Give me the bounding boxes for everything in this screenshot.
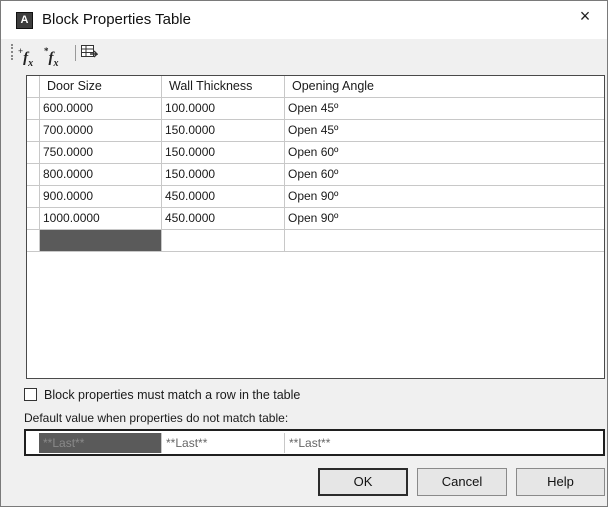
row-header-corner — [27, 76, 40, 98]
opening-angle-cell[interactable]: Open 60º — [285, 164, 604, 186]
new-table-row[interactable] — [27, 230, 604, 252]
door-size-cell[interactable]: 800.0000 — [40, 164, 162, 186]
table-header-row: Door Size Wall Thickness Opening Angle — [27, 76, 604, 98]
door-size-cell[interactable]: 1000.0000 — [40, 208, 162, 230]
opening-angle-cell[interactable]: Open 90º — [285, 186, 604, 208]
wall-thickness-cell[interactable]: 150.0000 — [162, 142, 285, 164]
cancel-button[interactable]: Cancel — [417, 468, 507, 496]
match-row-checkbox[interactable] — [24, 388, 37, 401]
close-button[interactable]: × — [563, 1, 607, 33]
window-title: Block Properties Table — [42, 11, 191, 28]
opening-angle-cell[interactable]: Open 45º — [285, 98, 604, 120]
row-header[interactable] — [27, 230, 40, 252]
table-row[interactable]: 900.0000 450.0000 Open 90º — [27, 186, 604, 208]
default-wall-thickness-cell[interactable]: **Last** — [161, 433, 284, 453]
column-header-wall-thickness[interactable]: Wall Thickness — [162, 76, 285, 98]
wall-thickness-cell[interactable]: 150.0000 — [162, 164, 285, 186]
table-row[interactable]: 1000.0000 450.0000 Open 90º — [27, 208, 604, 230]
door-size-cell[interactable]: 750.0000 — [40, 142, 162, 164]
ok-button[interactable]: OK — [318, 468, 408, 496]
add-properties-button[interactable]: +fx — [18, 43, 33, 69]
app-icon: A — [16, 12, 33, 29]
match-row-label[interactable]: Block properties must match a row in the… — [44, 387, 300, 403]
opening-angle-cell[interactable]: Open 60º — [285, 142, 604, 164]
table-row[interactable]: 700.0000 150.0000 Open 45º — [27, 120, 604, 142]
wall-thickness-cell[interactable]: 150.0000 — [162, 120, 285, 142]
new-wall-thickness-cell[interactable] — [162, 230, 285, 252]
default-values-table[interactable]: **Last** **Last** **Last** — [24, 429, 605, 456]
wall-thickness-cell[interactable]: 100.0000 — [162, 98, 285, 120]
table-import-icon[interactable] — [81, 45, 98, 60]
door-size-cell[interactable]: 900.0000 — [40, 186, 162, 208]
default-values-label: Default value when properties do not mat… — [24, 411, 289, 425]
title-bar[interactable]: A Block Properties Table × — [1, 1, 607, 39]
row-header[interactable] — [27, 120, 40, 142]
toolbar: +fx *fx — [11, 41, 131, 69]
wall-thickness-cell[interactable]: 450.0000 — [162, 208, 285, 230]
wall-thickness-cell[interactable]: 450.0000 — [162, 186, 285, 208]
row-header[interactable] — [27, 208, 40, 230]
table-row[interactable]: 600.0000 100.0000 Open 45º — [27, 98, 604, 120]
table-row[interactable]: 800.0000 150.0000 Open 60º — [27, 164, 604, 186]
door-size-cell[interactable]: 700.0000 — [40, 120, 162, 142]
new-properties-button[interactable]: *fx — [44, 43, 59, 69]
door-size-cell[interactable]: 600.0000 — [40, 98, 162, 120]
opening-angle-cell[interactable]: Open 90º — [285, 208, 604, 230]
row-header[interactable] — [27, 98, 40, 120]
row-header[interactable] — [27, 164, 40, 186]
table-row[interactable]: 750.0000 150.0000 Open 60º — [27, 142, 604, 164]
default-opening-angle-cell[interactable]: **Last** — [284, 433, 603, 453]
block-properties-dialog: A Block Properties Table × +fx *fx Door … — [0, 0, 608, 507]
row-header[interactable] — [27, 142, 40, 164]
properties-table[interactable]: Door Size Wall Thickness Opening Angle 6… — [26, 75, 605, 379]
new-opening-angle-cell[interactable] — [285, 230, 604, 252]
toolbar-grip[interactable] — [11, 44, 15, 60]
column-header-opening-angle[interactable]: Opening Angle — [285, 76, 604, 98]
column-header-door-size[interactable]: Door Size — [40, 76, 162, 98]
default-door-size-cell[interactable]: **Last** — [39, 433, 161, 453]
help-button[interactable]: Help — [516, 468, 605, 496]
toolbar-separator — [75, 45, 76, 61]
opening-angle-cell[interactable]: Open 45º — [285, 120, 604, 142]
selected-new-cell[interactable] — [40, 230, 162, 252]
row-header[interactable] — [27, 186, 40, 208]
